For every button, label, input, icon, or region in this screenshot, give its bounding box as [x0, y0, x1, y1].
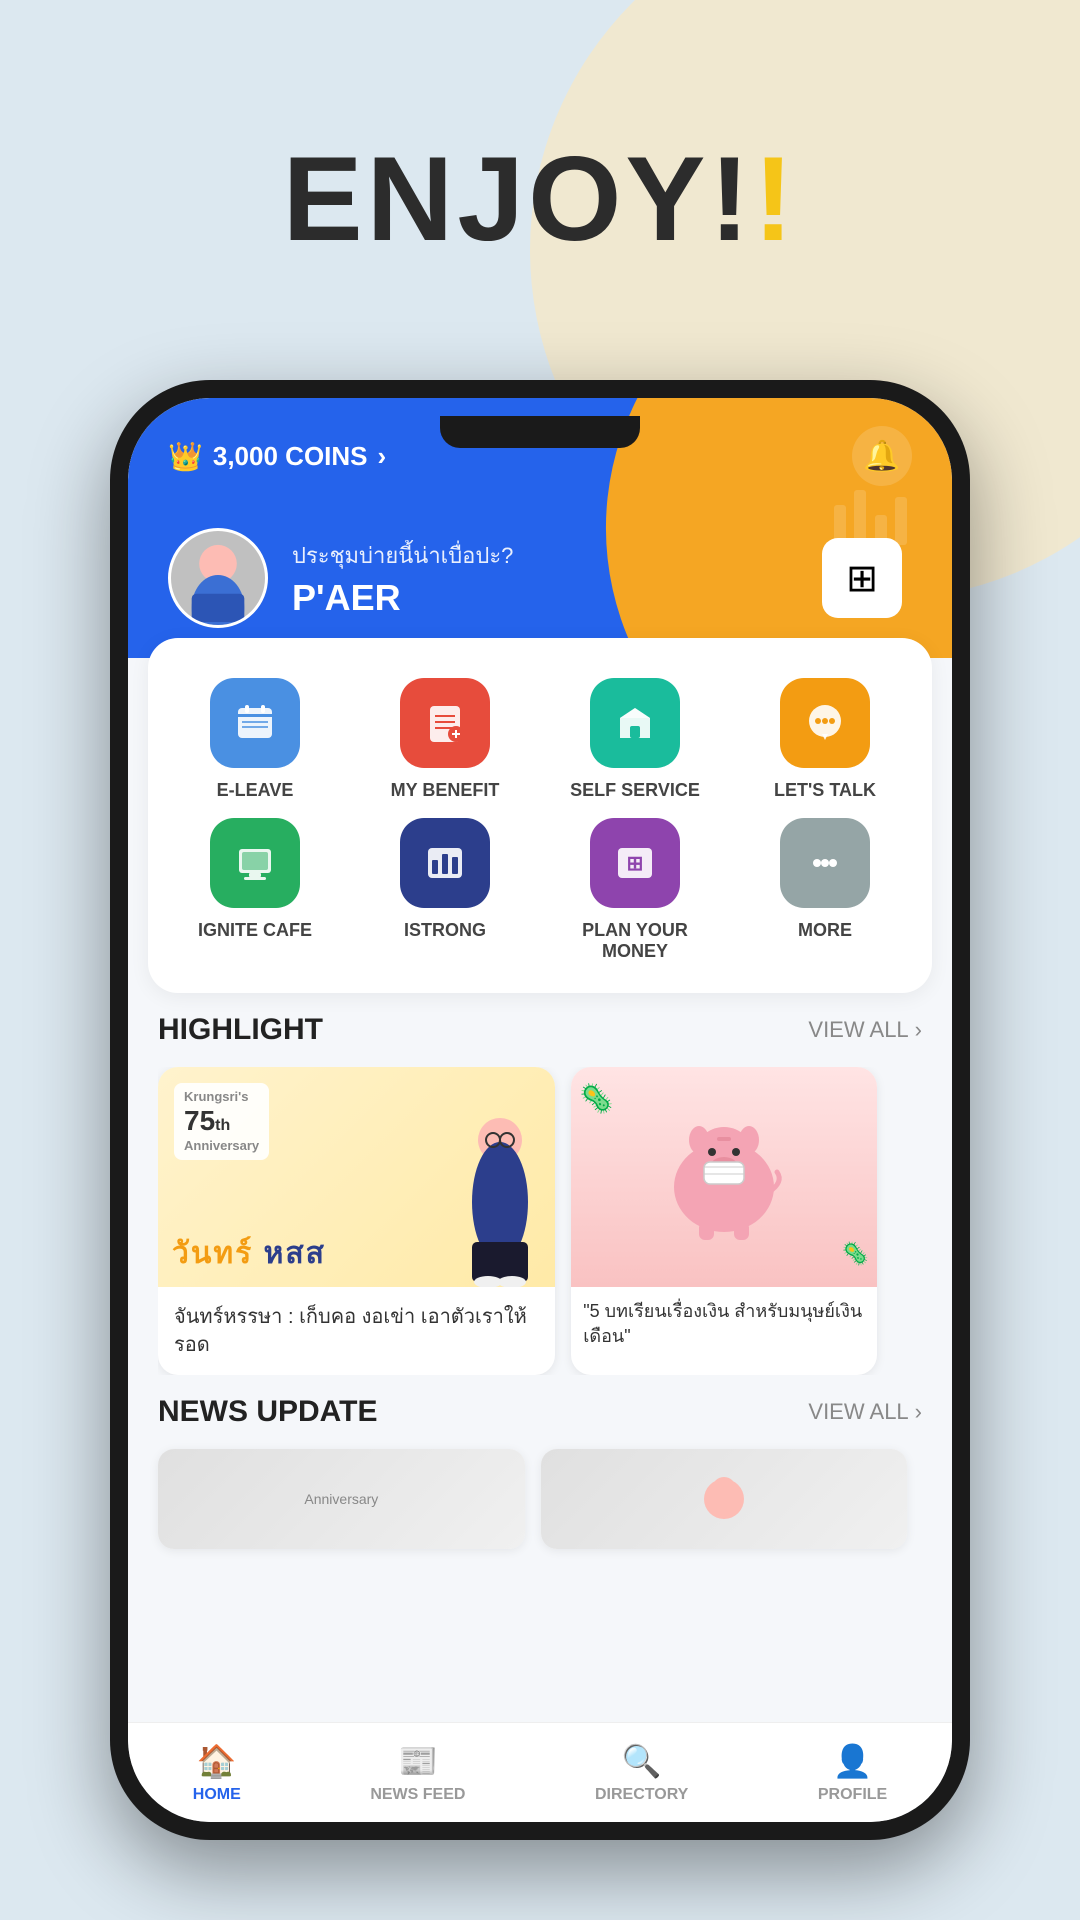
enjoy-text: ENJOY!	[283, 132, 754, 266]
news-feed-nav-icon: 📰	[398, 1742, 438, 1780]
nav-directory[interactable]: 🔍 DIRECTORY	[595, 1742, 688, 1804]
coins-arrow: ›	[378, 441, 387, 472]
news-view-all-text: VIEW ALL	[808, 1399, 908, 1425]
plan-money-label: PLAN YOUR MONEY	[548, 920, 722, 963]
news-view-all-arrow: ›	[915, 1399, 922, 1425]
istrong-label: ISTRONG	[404, 920, 486, 942]
coins-text: 3,000 COINS	[213, 441, 368, 472]
menu-item-my-benefit[interactable]: MY BENEFIT	[358, 678, 532, 802]
avatar	[168, 528, 268, 628]
ignite-cafe-icon	[210, 818, 300, 908]
avatar-svg	[171, 528, 265, 625]
user-greeting: ประชุมบ่ายนี้น่าเบื่อปะ?	[292, 538, 513, 573]
highlight-card-2-description: "5 บทเรียนเรื่องเงิน สำหรับมนุษย์เงินเดื…	[571, 1287, 877, 1361]
news-section-header: NEWS UPDATE VIEW ALL ›	[158, 1395, 922, 1429]
e-leave-icon	[210, 678, 300, 768]
news-title: NEWS UPDATE	[158, 1395, 377, 1429]
home-nav-icon: 🏠	[197, 1742, 237, 1780]
qr-icon: ⊞	[846, 556, 878, 601]
qr-code-button[interactable]: ⊞	[822, 538, 902, 618]
highlight-card-2-image: 🦠 🦠	[571, 1067, 877, 1287]
profile-nav-icon: 👤	[833, 1742, 873, 1780]
news-section: NEWS UPDATE VIEW ALL › Anniversary	[128, 1375, 952, 1579]
notch	[440, 416, 640, 448]
e-leave-label: E-LEAVE	[217, 780, 294, 802]
anniversary-tag: Anniversary	[304, 1491, 378, 1507]
user-name: P'AER	[292, 577, 513, 619]
header-user-row: ประชุมบ่ายนี้น่าเบื่อปะ? P'AER ⊞	[168, 528, 902, 628]
highlight-card-2[interactable]: 🦠 🦠	[571, 1067, 877, 1375]
self-service-icon	[590, 678, 680, 768]
home-nav-label: HOME	[193, 1786, 241, 1804]
coins-badge[interactable]: 👑 3,000 COINS ›	[168, 440, 386, 473]
menu-item-lets-talk[interactable]: LET'S TALK	[738, 678, 912, 802]
menu-item-self-service[interactable]: SELF SERVICE	[548, 678, 722, 802]
istrong-icon	[400, 818, 490, 908]
thai-text: วันทร์ หสส	[172, 1230, 326, 1277]
crown-icon: 👑	[168, 440, 203, 473]
anniversary-badge: Krungsri's 75th Anniversary	[174, 1083, 269, 1160]
more-icon	[780, 818, 870, 908]
highlight-section: HIGHLIGHT VIEW ALL › Krungsri's 75th	[128, 993, 952, 1375]
phone-frame: 👑 3,000 COINS › 🔔	[110, 380, 970, 1840]
user-info: ประชุมบ่ายนี้น่าเบื่อปะ? P'AER	[168, 528, 513, 628]
exclamation-mark: !	[753, 132, 797, 266]
self-service-label: SELF SERVICE	[570, 780, 700, 802]
virus-icon-2: 🦠	[841, 1241, 868, 1267]
menu-item-ignite-cafe[interactable]: IGNITE CAFE	[168, 818, 342, 963]
bottom-nav: 🏠 HOME 📰 NEWS FEED 🔍 DIRECTORY 👤 PROFILE	[128, 1722, 952, 1822]
nav-profile[interactable]: 👤 PROFILE	[818, 1742, 887, 1804]
ignite-cafe-label: IGNITE CAFE	[198, 920, 312, 942]
directory-nav-icon: 🔍	[622, 1742, 662, 1780]
highlight-card-1[interactable]: Krungsri's 75th Anniversary	[158, 1067, 555, 1375]
scroll-content: 👑 3,000 COINS › 🔔	[128, 398, 952, 1722]
highlight-view-all-button[interactable]: VIEW ALL ›	[808, 1017, 922, 1043]
bell-icon: 🔔	[863, 439, 900, 474]
news-card-1[interactable]: Anniversary	[158, 1449, 525, 1549]
view-all-text: VIEW ALL	[808, 1017, 908, 1043]
lets-talk-label: LET'S TALK	[774, 780, 876, 802]
highlight-title: HIGHLIGHT	[158, 1013, 323, 1047]
svg-text:⊞: ⊞	[627, 853, 644, 875]
news-cards-row: Anniversary	[158, 1449, 922, 1549]
nav-news-feed[interactable]: 📰 NEWS FEED	[370, 1742, 465, 1804]
phone-screen: 👑 3,000 COINS › 🔔	[128, 398, 952, 1822]
page-title: ENJOY!!	[0, 130, 1080, 268]
my-benefit-label: MY BENEFIT	[391, 780, 500, 802]
highlight-card-1-image: Krungsri's 75th Anniversary	[158, 1067, 555, 1287]
menu-grid: E-LEAVE	[168, 668, 912, 973]
card-figure	[455, 1107, 545, 1287]
lets-talk-icon	[780, 678, 870, 768]
news-view-all-button[interactable]: VIEW ALL ›	[808, 1399, 922, 1425]
news-card-2[interactable]	[541, 1449, 908, 1549]
more-label: MORE	[798, 920, 852, 942]
bottom-spacer	[158, 1549, 922, 1579]
menu-item-e-leave[interactable]: E-LEAVE	[168, 678, 342, 802]
news-card-2-image	[541, 1449, 908, 1549]
plan-money-icon: ⊞	[590, 818, 680, 908]
highlight-section-header: HIGHLIGHT VIEW ALL ›	[158, 1013, 922, 1047]
virus-icon-1: 🦠	[579, 1082, 614, 1115]
profile-nav-label: PROFILE	[818, 1786, 887, 1804]
piggy-bank-svg	[659, 1112, 789, 1242]
nav-home[interactable]: 🏠 HOME	[193, 1742, 241, 1804]
news-feed-nav-label: NEWS FEED	[370, 1786, 465, 1804]
menu-item-plan-money[interactable]: ⊞ PLAN YOUR MONEY	[548, 818, 722, 963]
notification-button[interactable]: 🔔	[852, 426, 912, 486]
highlight-cards: Krungsri's 75th Anniversary	[158, 1067, 922, 1375]
my-benefit-icon	[400, 678, 490, 768]
menu-item-istrong[interactable]: ISTRONG	[358, 818, 532, 963]
menu-card: E-LEAVE	[148, 638, 932, 993]
directory-nav-label: DIRECTORY	[595, 1786, 688, 1804]
news-card-1-image: Anniversary	[158, 1449, 525, 1549]
highlight-card-1-description: จันทร์หรรษา : เก็บคอ งอเข่า เอาตัวเราให้…	[158, 1287, 555, 1375]
user-text-info: ประชุมบ่ายนี้น่าเบื่อปะ? P'AER	[292, 538, 513, 619]
menu-item-more[interactable]: MORE	[738, 818, 912, 963]
view-all-arrow: ›	[915, 1017, 922, 1043]
